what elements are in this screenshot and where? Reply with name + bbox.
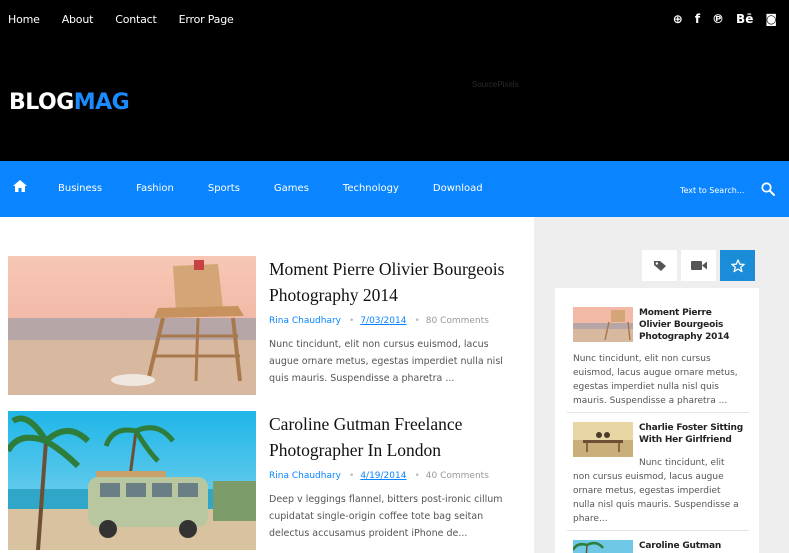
- post-comments[interactable]: 40 Comments: [426, 471, 489, 481]
- facebook-icon[interactable]: f: [695, 12, 700, 26]
- top-nav-about[interactable]: About: [62, 13, 94, 26]
- search-icon[interactable]: [761, 182, 775, 196]
- logo-text-white: BLOG: [9, 90, 74, 115]
- post-title[interactable]: Moment Pierre Olivier Bourgeois Photogra…: [269, 256, 519, 308]
- social-links: ⊕ f ℗ Bē ◙: [673, 12, 777, 26]
- top-nav: Home About Contact Error Page: [8, 13, 256, 26]
- meta-separator: •: [414, 316, 420, 326]
- post-body: Moment Pierre Olivier Bourgeois Photogra…: [269, 256, 519, 387]
- behance-icon[interactable]: Bē: [736, 12, 753, 26]
- instagram-icon[interactable]: ◙: [765, 12, 777, 26]
- post-title[interactable]: Caroline Gutman Freelance Photographer I…: [269, 411, 519, 463]
- post-image[interactable]: [8, 411, 256, 550]
- site-logo[interactable]: BLOGMAG: [9, 90, 130, 115]
- nav-business[interactable]: Business: [58, 183, 102, 194]
- top-nav-home[interactable]: Home: [8, 13, 40, 26]
- pinterest-icon[interactable]: ℗: [712, 12, 724, 26]
- sidebar-post-title[interactable]: Charlie Foster Sitting With Her Girlfrie…: [639, 422, 743, 446]
- post-meta: Rina Chaudhary • 7/03/2014 • 80 Comments: [269, 316, 519, 326]
- sidebar-post-thumb[interactable]: [573, 307, 633, 342]
- post-author[interactable]: Rina Chaudhary: [269, 471, 341, 481]
- sidebar-tabs: [642, 250, 755, 281]
- home-icon[interactable]: [12, 179, 28, 193]
- search-input[interactable]: Text to Search...: [680, 186, 744, 195]
- sidebar-post-excerpt: Nunc tincidunt, elit non cursus euismod,…: [573, 458, 739, 524]
- header-ad-text: SourcePixels: [472, 80, 519, 89]
- logo-text-blue: MAG: [73, 90, 130, 115]
- sidebar-divider: [567, 530, 749, 531]
- nav-download[interactable]: Download: [433, 183, 483, 194]
- post-date[interactable]: 7/03/2014: [360, 316, 406, 326]
- sidebar-post-thumb[interactable]: [573, 422, 633, 457]
- video-icon: [690, 261, 707, 270]
- top-nav-contact[interactable]: Contact: [115, 13, 157, 26]
- top-nav-error-page[interactable]: Error Page: [179, 13, 234, 26]
- post-image[interactable]: [8, 256, 256, 395]
- main-content: Moment Pierre Olivier Bourgeois Photogra…: [0, 217, 534, 553]
- sidebar-post-excerpt: Nunc tincidunt, elit non cursus euismod,…: [573, 354, 738, 406]
- star-icon: [730, 258, 745, 272]
- post-excerpt: Nunc tincidunt, elit non cursus euismod,…: [269, 339, 503, 384]
- post-body: Caroline Gutman Freelance Photographer I…: [269, 411, 519, 542]
- dribbble-icon[interactable]: ⊕: [673, 12, 683, 26]
- meta-separator: •: [349, 471, 355, 481]
- nav-sports[interactable]: Sports: [208, 183, 240, 194]
- main-nav: Business Fashion Sports Games Technology…: [0, 161, 789, 217]
- popular-posts-widget: Moment Pierre Olivier Bourgeois Photogra…: [555, 288, 759, 553]
- top-bar: Home About Contact Error Page ⊕ f ℗ Bē ◙: [0, 0, 789, 40]
- nav-technology[interactable]: Technology: [343, 183, 399, 194]
- tag-icon: [653, 260, 666, 271]
- sidebar: Moment Pierre Olivier Bourgeois Photogra…: [534, 217, 789, 553]
- sidebar-divider: [567, 412, 749, 413]
- nav-fashion[interactable]: Fashion: [136, 183, 174, 194]
- sidebar-post-title[interactable]: Caroline Gutman: [639, 540, 743, 552]
- meta-separator: •: [349, 316, 355, 326]
- tab-tags[interactable]: [642, 250, 677, 281]
- site-header: BLOGMAG SourcePixels: [0, 40, 789, 161]
- post-meta: Rina Chaudhary • 4/19/2014 • 40 Comments: [269, 471, 519, 481]
- meta-separator: •: [414, 471, 420, 481]
- post-date[interactable]: 4/19/2014: [360, 471, 406, 481]
- post-author[interactable]: Rina Chaudhary: [269, 316, 341, 326]
- tab-videos[interactable]: [681, 250, 716, 281]
- post-comments[interactable]: 80 Comments: [426, 316, 489, 326]
- nav-games[interactable]: Games: [274, 183, 309, 194]
- sidebar-post-title[interactable]: Moment Pierre Olivier Bourgeois Photogra…: [639, 307, 743, 343]
- category-nav: Business Fashion Sports Games Technology…: [58, 183, 517, 194]
- sidebar-post-thumb[interactable]: [573, 540, 633, 553]
- post-excerpt: Deep v leggings flannel, bitters post-ir…: [269, 494, 503, 539]
- tab-featured[interactable]: [720, 250, 755, 281]
